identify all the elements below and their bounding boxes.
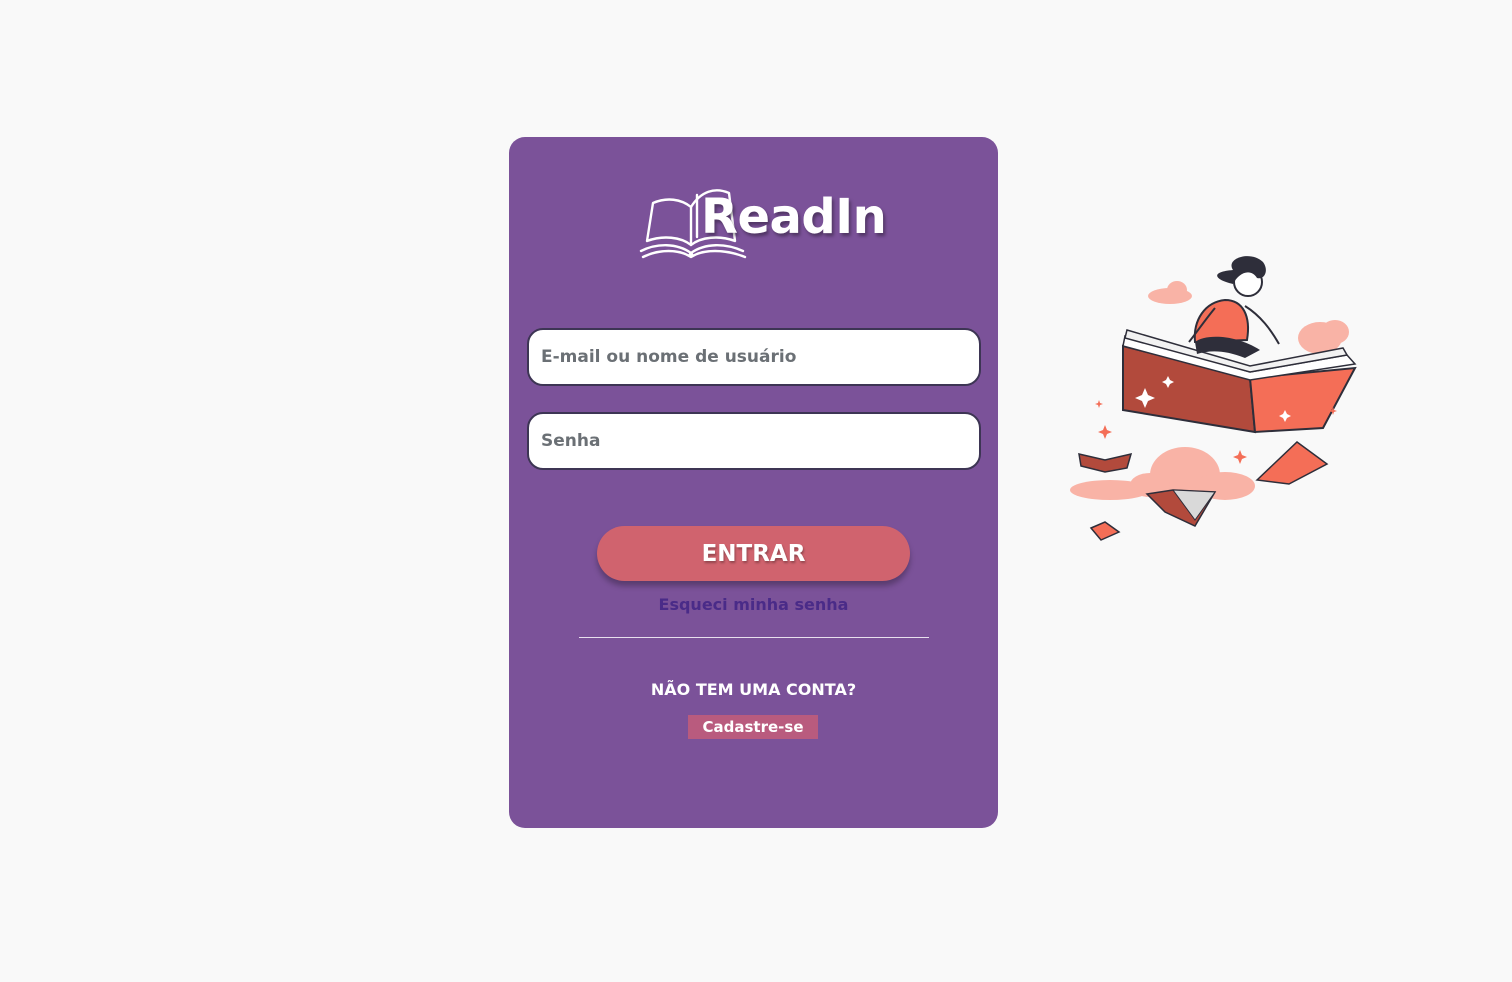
app-name: ReadIn — [701, 189, 887, 245]
signup-link[interactable]: Cadastre-se — [688, 715, 818, 739]
enter-button[interactable]: ENTRAR — [597, 526, 910, 581]
email-input[interactable] — [527, 328, 981, 386]
login-card: ReadIn ENTRAR Esqueci minha senha NÃO TE… — [509, 137, 998, 828]
no-account-heading: NÃO TEM UMA CONTA? — [650, 680, 857, 699]
girl-reading-flying-book-illustration — [1065, 250, 1365, 550]
divider — [579, 637, 929, 638]
forgot-password-link[interactable]: Esqueci minha senha — [509, 595, 998, 614]
password-input[interactable] — [527, 412, 981, 470]
readin-logo: ReadIn — [639, 185, 887, 261]
